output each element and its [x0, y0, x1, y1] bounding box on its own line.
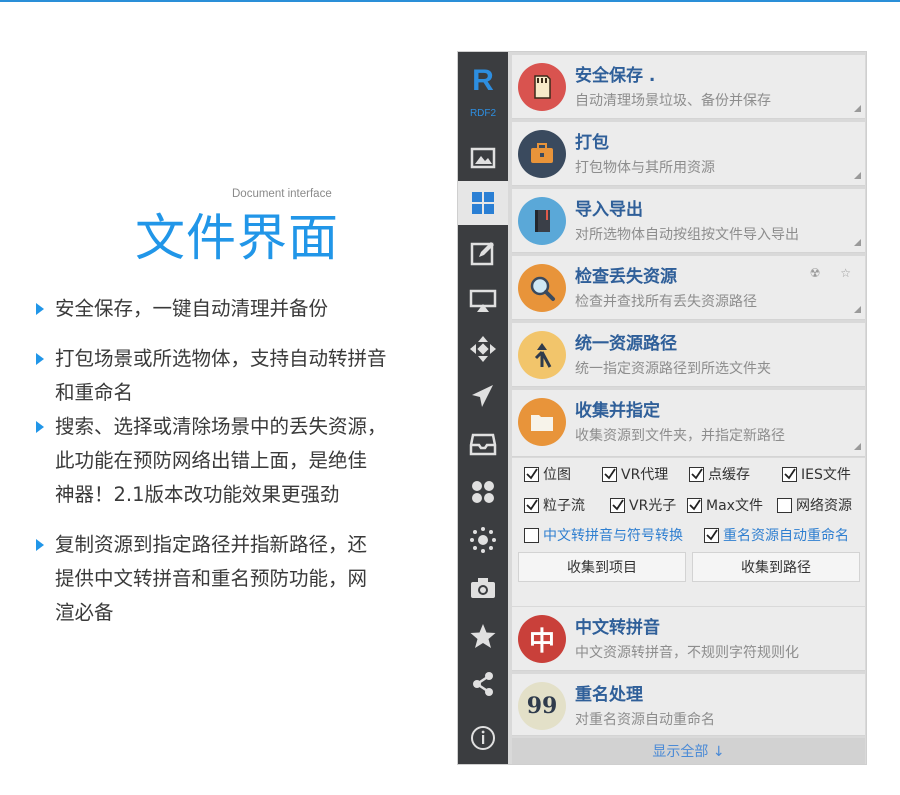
card-safe-save[interactable]: 安全保存 . 自动清理场景垃圾、备份并保存 — [512, 55, 865, 119]
checkbox-vr-photon[interactable]: VR光子 — [610, 495, 676, 515]
checkbox-checked-icon — [689, 466, 704, 482]
checkbox-auto-rename[interactable]: 重名资源自动重命名 — [704, 525, 849, 545]
expand-corner-icon[interactable] — [854, 172, 861, 179]
collect-options: 位图 VR代理 点缓存 IES文件 粒子流 VR光子 Max文件 网络资源 中文… — [512, 458, 865, 606]
dots-icon[interactable] — [458, 470, 508, 514]
quote-icon: 99 — [518, 682, 566, 730]
card-check-missing[interactable]: 检查丢失资源 检查并查找所有丢失资源路径 ☢ ☆ — [512, 256, 865, 320]
briefcase-icon — [518, 130, 566, 178]
zhong-icon: 中 — [518, 615, 566, 663]
folder-icon — [518, 398, 566, 446]
checkbox-unchecked-icon — [777, 497, 792, 513]
path-icon — [518, 331, 566, 379]
bullet-arrow-icon — [36, 421, 44, 433]
move-icon[interactable] — [458, 327, 508, 371]
checkbox-checked-icon — [524, 466, 539, 482]
feature-item: 搜索、选择或清除场景中的丢失资源， 此功能在预防网络出错上面，是绝佳 神器！2.… — [36, 410, 426, 512]
favorite-icon[interactable]: ☢ ☆ — [810, 266, 859, 280]
feature-item: 安全保存，一键自动清理并备份 — [36, 292, 426, 326]
checkbox-checked-icon — [524, 497, 539, 513]
share-icon[interactable] — [458, 662, 508, 706]
checkbox-unchecked-icon — [524, 527, 539, 543]
collect-to-path-button[interactable]: 收集到路径 — [692, 552, 860, 582]
magnifier-icon — [518, 264, 566, 312]
app-logo: R — [472, 64, 494, 97]
checkbox-max-file[interactable]: Max文件 — [687, 495, 763, 515]
app-panel: R RDF2 安全保存 . 自动清理场景垃圾、备份并保存 打包 打包物体与其所用… — [457, 51, 867, 765]
expand-corner-icon[interactable] — [854, 306, 861, 313]
card-rename[interactable]: 99 重名处理 对重名资源自动重命名 — [512, 674, 865, 736]
app-version: RDF2 — [469, 108, 497, 119]
bullet-arrow-icon — [36, 353, 44, 365]
checkbox-checked-icon — [782, 466, 797, 482]
top-accent-line — [0, 0, 900, 2]
expand-corner-icon[interactable] — [854, 239, 861, 246]
sd-card-icon — [518, 63, 566, 111]
camera-icon[interactable] — [458, 566, 508, 610]
page-title: 文件界面 — [135, 209, 339, 267]
notebook-icon — [518, 197, 566, 245]
info-icon[interactable] — [458, 716, 508, 760]
card-pinyin[interactable]: 中 中文转拼音 中文资源转拼音，不规则字符规则化 — [512, 607, 865, 671]
feature-list: 安全保存，一键自动清理并备份 打包场景或所选物体，支持自动转拼音 和重命名 搜索… — [36, 292, 426, 630]
card-pack[interactable]: 打包 打包物体与其所用资源 — [512, 122, 865, 186]
checkbox-checked-icon — [610, 497, 625, 513]
card-collect[interactable]: 收集并指定 收集资源到文件夹，并指定新路径 — [512, 390, 865, 457]
checkbox-particle-flow[interactable]: 粒子流 — [524, 495, 585, 515]
bullet-arrow-icon — [36, 539, 44, 551]
card-unify-path[interactable]: 统一资源路径 统一指定资源路径到所选文件夹 — [512, 323, 865, 387]
tool-list: 安全保存 . 自动清理场景垃圾、备份并保存 打包 打包物体与其所用资源 导入导出… — [510, 52, 866, 764]
expand-corner-icon[interactable] — [854, 443, 861, 450]
star-icon[interactable] — [458, 614, 508, 658]
checkbox-bitmap[interactable]: 位图 — [524, 464, 571, 484]
checkbox-checked-icon — [704, 527, 719, 543]
checkbox-ies[interactable]: IES文件 — [782, 464, 851, 484]
feature-item: 复制资源到指定路径并指新路径，还 提供中文转拼音和重名预防功能，网 渲必备 — [36, 528, 426, 630]
checkbox-vr-proxy[interactable]: VR代理 — [602, 464, 668, 484]
plane-icon[interactable] — [458, 374, 508, 418]
feature-item: 打包场景或所选物体，支持自动转拼音 和重命名 — [36, 342, 426, 410]
checkbox-checked-icon — [687, 497, 702, 513]
checkbox-pinyin-convert[interactable]: 中文转拼音与符号转换 — [524, 525, 683, 545]
checkbox-network-resource[interactable]: 网络资源 — [777, 495, 852, 515]
checkbox-point-cache[interactable]: 点缓存 — [689, 464, 750, 484]
card-import-export[interactable]: 导入导出 对所选物体自动按组按文件导入导出 — [512, 189, 865, 253]
grid-icon[interactable] — [458, 181, 508, 225]
image-icon[interactable] — [458, 136, 508, 180]
sun-icon[interactable] — [458, 518, 508, 562]
display-icon[interactable] — [458, 279, 508, 323]
tray-icon[interactable] — [458, 422, 508, 466]
collect-to-project-button[interactable]: 收集到项目 — [518, 552, 686, 582]
sidebar: R RDF2 — [458, 52, 508, 764]
show-all-button[interactable]: 显示全部 ↓ — [512, 738, 865, 764]
checkbox-checked-icon — [602, 466, 617, 482]
edit-icon[interactable] — [458, 231, 508, 275]
expand-corner-icon[interactable] — [854, 105, 861, 112]
bullet-arrow-icon — [36, 303, 44, 315]
